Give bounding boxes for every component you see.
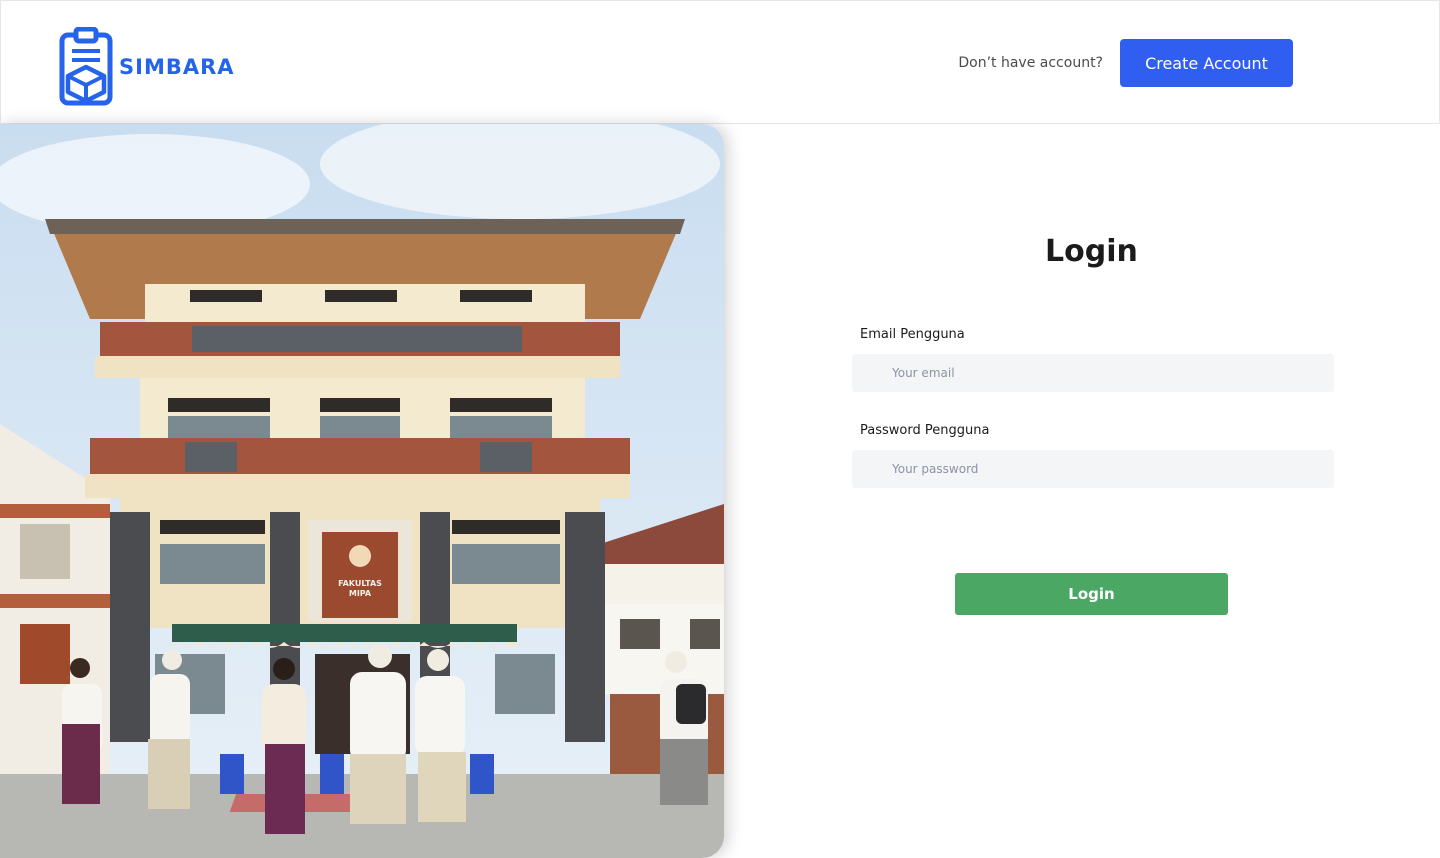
password-label: Password Pengguna xyxy=(860,423,990,438)
password-field[interactable] xyxy=(852,450,1334,488)
top-header: SIMBARA Don’t have account? Create Accou… xyxy=(0,0,1440,124)
login-button[interactable]: Login xyxy=(955,573,1228,615)
clipboard-logo-icon xyxy=(59,27,113,106)
email-field[interactable] xyxy=(852,354,1334,392)
email-label: Email Pengguna xyxy=(860,327,965,342)
campus-building-photo: FAKULTAS MIPA xyxy=(0,124,724,858)
faculty-sign-line2: MIPA xyxy=(349,589,372,598)
header-actions: Don’t have account? Create Account xyxy=(958,39,1293,87)
brand-name: SIMBARA xyxy=(119,55,235,79)
no-account-text: Don’t have account? xyxy=(958,55,1103,71)
login-title: Login xyxy=(1045,234,1138,269)
brand-logo[interactable]: SIMBARA xyxy=(59,27,235,107)
create-account-button[interactable]: Create Account xyxy=(1120,39,1293,87)
building-illustration: FAKULTAS MIPA xyxy=(0,124,724,858)
faculty-sign-line1: FAKULTAS xyxy=(338,579,382,588)
